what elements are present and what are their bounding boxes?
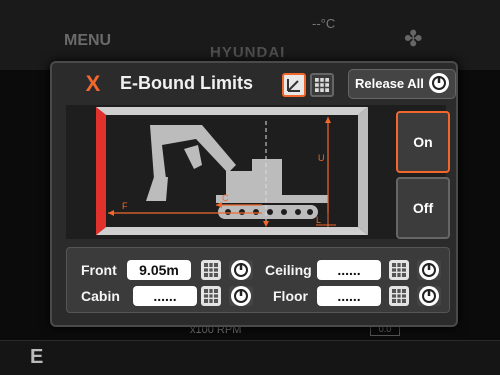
power-icon	[419, 260, 439, 280]
excavator-diagram: F C U L	[96, 107, 368, 235]
power-icon	[231, 286, 251, 306]
on-button[interactable]: On	[396, 111, 450, 173]
diagram-mode-button[interactable]	[282, 73, 306, 97]
ceiling-plate	[96, 107, 368, 115]
release-all-label: Release All	[355, 76, 424, 91]
keypad-icon	[392, 289, 406, 303]
floor-label: Floor	[273, 288, 308, 304]
keypad-icon	[392, 263, 406, 277]
power-icon	[231, 260, 251, 280]
ceiling-value-field[interactable]: ......	[317, 260, 381, 280]
power-icon	[419, 286, 439, 306]
dialog-title: E-Bound Limits	[120, 73, 253, 93]
e-bound-limits-dialog: X E-Bound Limits Release All F C U L On …	[50, 61, 458, 327]
cabin-reset-button[interactable]	[229, 286, 253, 306]
cabin-limit-label: C	[222, 193, 229, 203]
brand-label: HYUNDAI	[210, 44, 286, 61]
bottom-status-bar	[0, 340, 500, 375]
limits-diagram: F C U L	[66, 105, 446, 239]
front-wall	[96, 107, 106, 235]
power-icon	[429, 73, 449, 93]
ceiling-reset-button[interactable]	[417, 260, 441, 280]
front-value-field[interactable]: 9.05m	[127, 260, 191, 280]
cabin-keypad-button[interactable]	[201, 286, 221, 306]
temperature-readout: --°C	[312, 16, 336, 31]
front-label: Front	[81, 262, 117, 278]
rear-wall	[358, 107, 368, 235]
ceiling-keypad-button[interactable]	[389, 260, 409, 280]
cabin-value-field[interactable]: ......	[133, 286, 197, 306]
floor-value-field[interactable]: ......	[317, 286, 381, 306]
keypad-icon	[204, 263, 218, 277]
cabin-label: Cabin	[81, 288, 120, 304]
close-button[interactable]: X	[80, 71, 106, 97]
floor-reset-button[interactable]	[417, 286, 441, 306]
keypad-icon	[204, 289, 218, 303]
grid-mode-icon	[315, 78, 329, 92]
off-button[interactable]: Off	[396, 177, 450, 239]
floor-plate	[96, 227, 368, 235]
grid-mode-button[interactable]	[310, 73, 334, 97]
release-all-button[interactable]: Release All	[348, 69, 456, 99]
fan-icon: ✤	[404, 26, 423, 51]
drive-mode-indicator: E	[30, 346, 44, 368]
ceiling-limit-label: U	[318, 153, 325, 163]
floor-keypad-button[interactable]	[389, 286, 409, 306]
front-reset-button[interactable]	[229, 260, 253, 280]
front-keypad-button[interactable]	[201, 260, 221, 280]
floor-limit-label: L	[316, 215, 321, 225]
front-limit-label: F	[122, 201, 128, 211]
menu-label: MENU	[64, 32, 112, 49]
diagram-mode-icon	[287, 79, 300, 92]
limits-panel: Front 9.05m Ceiling ...... Cabin ...... …	[66, 247, 450, 313]
ceiling-label: Ceiling	[265, 262, 312, 278]
